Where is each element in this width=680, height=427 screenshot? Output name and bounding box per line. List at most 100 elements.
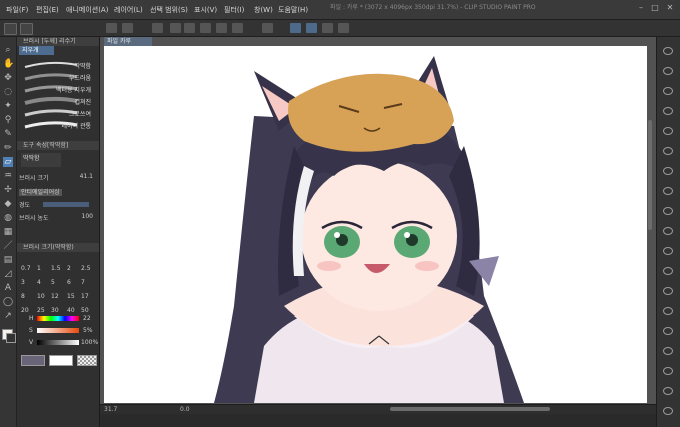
menu-view[interactable]: 표시(V) <box>194 5 217 15</box>
maximize-icon[interactable]: □ <box>650 3 660 13</box>
eye-icon[interactable] <box>663 167 673 175</box>
menu-filter[interactable]: 필터(I) <box>224 5 244 15</box>
eraser-icon[interactable]: ▱ <box>3 157 13 167</box>
eye-icon[interactable] <box>663 367 673 375</box>
wand-icon[interactable]: ✦ <box>3 101 13 111</box>
zoom-icon[interactable]: ⌕ <box>3 45 13 55</box>
brush-item[interactable]: 겹쳐진 <box>21 95 95 107</box>
size-cell[interactable]: 1.5 <box>51 265 61 272</box>
horizontal-scrollbar[interactable] <box>390 407 550 411</box>
deselect-icon[interactable] <box>200 23 211 33</box>
eye-icon[interactable] <box>663 207 673 215</box>
menu-window[interactable]: 창(W) <box>254 5 273 15</box>
pencil-icon[interactable]: ✏ <box>3 143 13 153</box>
brush-size-row[interactable]: 브러시 크기 41.1 <box>19 173 97 182</box>
size-cell[interactable]: 6 <box>67 279 71 286</box>
size-cell[interactable]: 0.7 <box>21 265 31 272</box>
balloon-icon[interactable]: ◯ <box>3 297 13 307</box>
eye-icon[interactable] <box>663 307 673 315</box>
size-cell[interactable]: 40 <box>67 307 75 314</box>
frame-icon[interactable]: ▤ <box>3 255 13 265</box>
size-cell[interactable]: 3 <box>21 279 25 286</box>
ruler-tool-icon[interactable]: ◿ <box>3 269 13 279</box>
eye-icon[interactable] <box>663 407 673 415</box>
menu-selection[interactable]: 선택 범위(S) <box>150 5 188 15</box>
hue-slider[interactable] <box>37 316 79 321</box>
snap-ruler-icon[interactable] <box>306 23 317 33</box>
clear-icon[interactable] <box>106 23 117 33</box>
blend-icon[interactable]: ◆ <box>3 199 13 209</box>
size-cell[interactable]: 8 <box>21 293 25 300</box>
eye-icon[interactable] <box>663 47 673 55</box>
figure-icon[interactable]: ／ <box>3 241 13 251</box>
tab-eraser[interactable]: 지우개 <box>19 46 54 55</box>
lasso-icon[interactable]: ◌ <box>3 87 13 97</box>
eye-icon[interactable] <box>663 107 673 115</box>
color-swatch-dark[interactable] <box>21 355 45 366</box>
eye-icon[interactable] <box>663 187 673 195</box>
density-row[interactable]: 브러시 농도 100 <box>19 213 97 222</box>
hand-icon[interactable]: ✋ <box>3 59 14 69</box>
crop-icon[interactable] <box>232 23 243 33</box>
size-cell[interactable]: 17 <box>81 293 89 300</box>
gradient-icon[interactable]: ▦ <box>3 227 13 237</box>
brush-icon[interactable]: ♒ <box>3 171 13 181</box>
value-slider[interactable] <box>37 340 79 345</box>
eye-icon[interactable] <box>663 87 673 95</box>
ruler-icon[interactable] <box>290 23 301 33</box>
text-icon[interactable]: A <box>3 283 13 293</box>
snap-icon[interactable] <box>262 23 273 33</box>
undo-icon[interactable] <box>170 23 181 33</box>
brush-item[interactable]: 벡터용 지우개 <box>21 83 95 95</box>
zoom-value[interactable]: 31.7 <box>104 406 117 413</box>
size-cell[interactable]: 12 <box>51 293 59 300</box>
size-cell[interactable]: 7 <box>81 279 85 286</box>
eye-icon[interactable] <box>663 267 673 275</box>
correct-line-icon[interactable]: ↗ <box>3 311 13 321</box>
size-cell[interactable]: 5 <box>51 279 55 286</box>
menu-layer[interactable]: 레이어(L) <box>114 5 143 15</box>
eye-icon[interactable] <box>663 287 673 295</box>
size-cell[interactable]: 50 <box>81 307 89 314</box>
size-cell[interactable]: 4 <box>37 279 41 286</box>
size-cell[interactable]: 30 <box>51 307 59 314</box>
size-cell[interactable]: 15 <box>67 293 75 300</box>
fill-bucket-icon[interactable]: ◍ <box>3 213 13 223</box>
color-swatch-transparent[interactable] <box>77 355 97 366</box>
vertical-scrollbar[interactable] <box>648 120 652 230</box>
move-icon[interactable]: ✥ <box>3 73 13 83</box>
hardness-row[interactable]: 경도 <box>19 200 97 209</box>
eye-icon[interactable] <box>663 327 673 335</box>
brush-item[interactable]: 레이어 관통 <box>21 119 95 131</box>
size-cell[interactable]: 1 <box>37 265 41 272</box>
menu-help[interactable]: 도움말(H) <box>278 5 308 15</box>
color-swatch-white[interactable] <box>49 355 73 366</box>
eye-icon[interactable] <box>663 387 673 395</box>
open-file-icon[interactable] <box>20 23 33 35</box>
eye-icon[interactable] <box>663 67 673 75</box>
menu-animation[interactable]: 애니메이션(A) <box>66 5 108 15</box>
sub-color-swatch[interactable] <box>6 333 16 343</box>
drawing-canvas[interactable] <box>104 46 647 403</box>
invert-selection-icon[interactable] <box>216 23 227 33</box>
eye-icon[interactable] <box>663 127 673 135</box>
rotation-value[interactable]: 0.0 <box>180 406 190 413</box>
eye-icon[interactable] <box>663 147 673 155</box>
eye-icon[interactable] <box>663 227 673 235</box>
pen-icon[interactable]: ✎ <box>3 129 13 139</box>
minimize-icon[interactable]: – <box>636 3 646 13</box>
airbrush-icon[interactable]: ✢ <box>3 185 13 195</box>
brush-item[interactable]: 딱딱함 <box>21 59 95 71</box>
size-cell[interactable]: 10 <box>37 293 45 300</box>
menu-file[interactable]: 파일(F) <box>6 5 28 15</box>
brush-item[interactable]: 부드러움 <box>21 71 95 83</box>
perspective-icon[interactable] <box>338 23 349 33</box>
anti-alias-row[interactable]: 안티에일리어싱 <box>19 187 97 196</box>
new-file-icon[interactable] <box>4 23 17 35</box>
grid-icon[interactable] <box>322 23 333 33</box>
tab-document[interactable]: 파일 카루 <box>104 37 152 46</box>
transform-icon[interactable] <box>152 23 163 33</box>
size-cell[interactable]: 2 <box>67 265 71 272</box>
fill-icon[interactable] <box>122 23 133 33</box>
saturation-slider[interactable] <box>37 328 79 333</box>
